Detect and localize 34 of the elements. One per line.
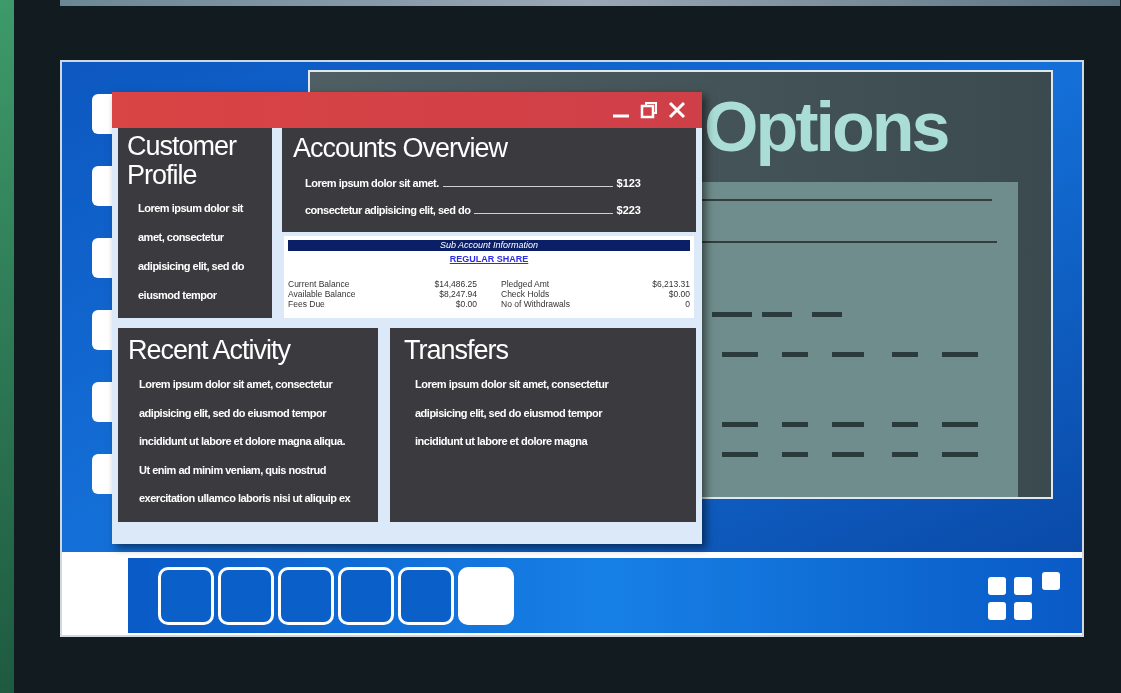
field-label: Current Balance	[288, 279, 350, 289]
restore-icon[interactable]	[640, 101, 658, 119]
field-value: $8,247.94	[439, 289, 477, 299]
panel-title: Customer Profile	[127, 132, 238, 190]
panel-text: Lorem ipsum dolor sit amet, consectetur adipisicing elit, sed do eiusmod tempor	[137, 201, 245, 303]
field-label: Check Holds	[501, 289, 550, 299]
field-value: $0.00	[668, 289, 690, 299]
panel-text: Lorem ipsum dolor sit amet, consectetur adipisicing elit, sed do eiusmod tempor incididunt ut labore et dolore magna aliqua. Ut enim ad minim veniam, quis nostrud exercitation ullamco laboris nisi ut aliquip ex	[138, 377, 352, 506]
page-button[interactable]	[398, 566, 454, 625]
row-label: Lorem ipsum dolor sit amet.	[305, 175, 439, 191]
row-label: consectetur adipisicing elit, sed do	[305, 202, 471, 218]
field-label: Available Balance	[288, 289, 356, 299]
page-button[interactable]	[458, 566, 514, 625]
page-button[interactable]	[158, 566, 214, 625]
page-button[interactable]	[218, 566, 274, 625]
page-button[interactable]	[278, 566, 334, 625]
close-icon[interactable]	[668, 101, 686, 119]
field-value: 0	[685, 299, 690, 309]
panel-title: Recent Activity	[128, 334, 292, 366]
field-label: No of Withdrawals	[501, 299, 570, 309]
amount: $223	[616, 202, 641, 218]
field-label: Pledged Amt	[501, 279, 550, 289]
panel-title: Transfers	[404, 334, 510, 366]
account-link[interactable]: REGULAR SHARE	[449, 254, 529, 264]
field-value: $14,486.25	[434, 279, 477, 289]
panel-text: Lorem ipsum dolor sit amet, consectetur adipisicing elit, sed do eiusmod tempor incididunt ut labore et dolore magna	[414, 377, 610, 449]
grid-icon[interactable]	[988, 571, 1062, 620]
amount: $123	[616, 175, 641, 191]
panel-title: Accounts Overview	[293, 132, 509, 164]
field-label: Fees Due	[288, 299, 325, 309]
page-button[interactable]	[338, 566, 394, 625]
field-value: $0.00	[455, 299, 477, 309]
section-header: Sub Account Information	[288, 240, 690, 251]
field-value: $6,213.31	[652, 279, 690, 289]
